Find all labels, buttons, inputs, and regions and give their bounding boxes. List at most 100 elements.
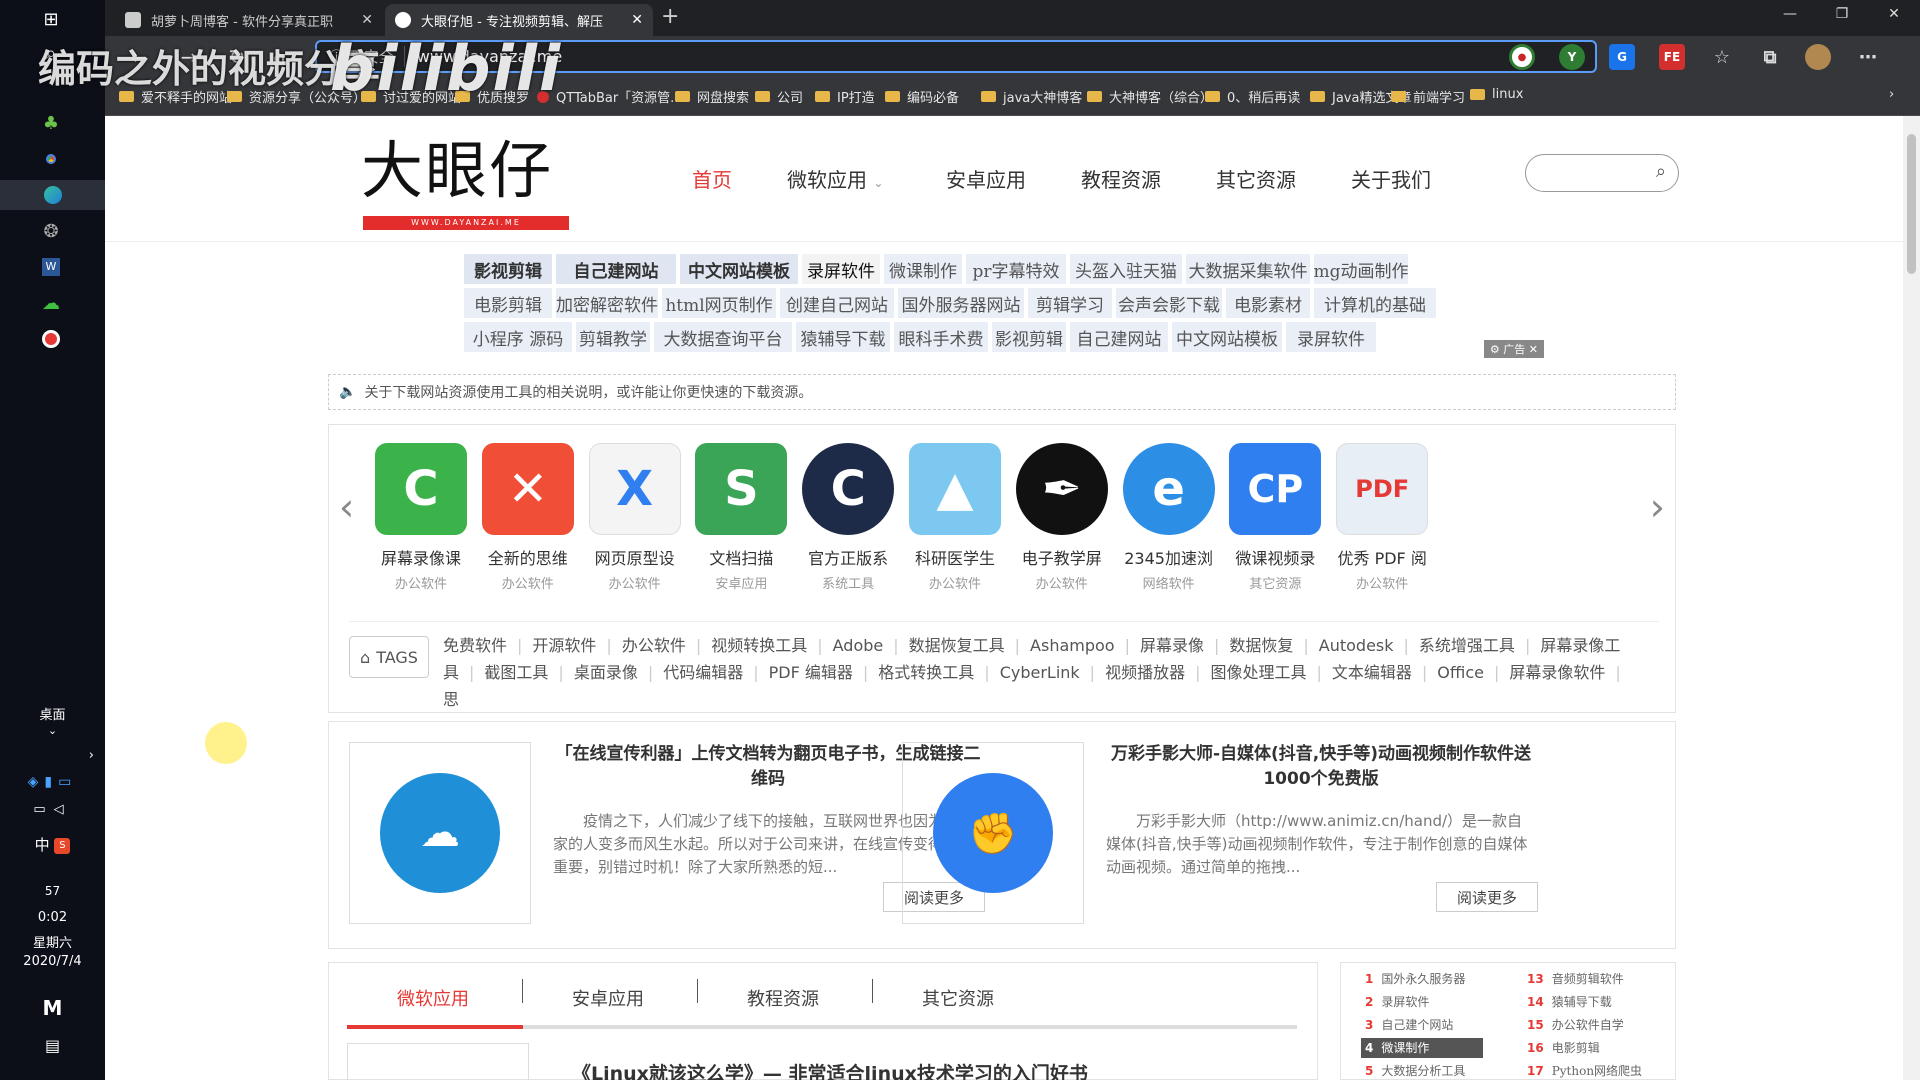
app-card[interactable]: C 屏幕录像课 办公软件: [361, 443, 481, 592]
site-search-input[interactable]: ⌕: [1525, 154, 1679, 192]
tag-link[interactable]: 办公软件: [622, 636, 686, 655]
tab-other[interactable]: 其它资源: [922, 985, 994, 1011]
search-icon[interactable]: ⌕: [1656, 161, 1666, 182]
ad-link[interactable]: 电影剪辑: [464, 288, 552, 318]
start-button[interactable]: ⊞: [36, 4, 66, 34]
desktop-label[interactable]: 桌面: [0, 704, 105, 723]
ad-link[interactable]: pr字幕特效: [966, 254, 1066, 284]
ad-link[interactable]: html网页制作: [662, 288, 776, 318]
app-icon[interactable]: C: [802, 443, 895, 535]
app-card[interactable]: C 官方正版系 系统工具: [788, 443, 908, 592]
ranking-item[interactable]: 17 Python网络爬虫: [1527, 1061, 1642, 1080]
bookmark-item[interactable]: linux: [1470, 87, 1523, 102]
tag-link[interactable]: CyberLink: [1000, 663, 1080, 682]
ranking-item[interactable]: 1 国外永久服务器: [1361, 969, 1483, 989]
app-icon[interactable]: PDF: [1336, 443, 1429, 535]
app-name[interactable]: 微课视频录: [1215, 545, 1335, 569]
ad-link[interactable]: 电影素材: [1226, 288, 1310, 318]
ext-2-icon[interactable]: Y: [1559, 44, 1585, 70]
app-card[interactable]: X 网页原型设 办公软件: [575, 443, 695, 592]
tag-link[interactable]: 视频转换工具: [711, 636, 807, 655]
ranking-item[interactable]: 3 自己建个网站: [1361, 1015, 1483, 1035]
app-name[interactable]: 文档扫描: [681, 545, 801, 569]
ad-link[interactable]: 录屏软件: [802, 254, 880, 284]
bookmark-item[interactable]: 前端学习: [1391, 87, 1465, 106]
ad-link[interactable]: 自己建网站: [1070, 322, 1168, 352]
ad-link[interactable]: 中文网站模板: [680, 254, 798, 284]
ad-link[interactable]: mg动画制作: [1314, 254, 1408, 284]
ad-link[interactable]: 剪辑学习: [1028, 288, 1112, 318]
tag-link[interactable]: 代码编辑器: [663, 663, 743, 682]
clock-time[interactable]: 0:02: [0, 910, 105, 925]
ad-link[interactable]: 会声会影下载: [1116, 288, 1222, 318]
bookmark-item[interactable]: 0、稍后再读: [1205, 87, 1300, 106]
scrollbar[interactable]: [1903, 116, 1920, 1080]
edge-icon[interactable]: [0, 180, 105, 210]
tag-link[interactable]: 图像处理工具: [1210, 663, 1306, 682]
app-icon[interactable]: ✒: [1015, 443, 1108, 535]
tag-link[interactable]: 屏幕录像软件: [1509, 663, 1605, 682]
close-icon[interactable]: ✕: [631, 12, 643, 28]
ranking-item[interactable]: 2 录屏软件: [1361, 992, 1483, 1012]
app-icon[interactable]: CP: [1229, 443, 1322, 535]
tag-link[interactable]: 系统增强工具: [1419, 636, 1515, 655]
url-text[interactable]: www.dayanzai.me: [417, 47, 1567, 66]
notification-count[interactable]: 57: [0, 884, 105, 898]
ad-link[interactable]: 微课制作: [884, 254, 962, 284]
app-icon[interactable]: X: [588, 443, 681, 535]
nav-microsoft-apps[interactable]: 微软应用 ⌄: [787, 164, 883, 193]
app-name[interactable]: 网页原型设: [575, 545, 695, 569]
app-name[interactable]: 科研医学生: [895, 545, 1015, 569]
favorites-icon[interactable]: ☆: [1709, 44, 1735, 70]
ad-link[interactable]: 中文网站模板: [1172, 322, 1282, 352]
nav-tutorials[interactable]: 教程资源: [1081, 164, 1161, 193]
app-name[interactable]: 屏幕录像课: [361, 545, 481, 569]
new-tab-button[interactable]: +: [661, 4, 679, 29]
tag-link[interactable]: Office: [1437, 663, 1484, 682]
ext-1-icon[interactable]: ●: [1509, 44, 1535, 70]
app-icon[interactable]: ▲: [909, 443, 1001, 535]
app-card[interactable]: ✕ 全新的思维 办公软件: [468, 443, 588, 592]
ad-link[interactable]: 猿辅导下载: [796, 322, 890, 352]
app-card[interactable]: S 文档扫描 安卓应用: [681, 443, 801, 592]
ranking-item[interactable]: 16 电影剪辑: [1527, 1038, 1600, 1058]
app-card[interactable]: ✒ 电子教学屏 办公软件: [1002, 443, 1122, 592]
ad-link[interactable]: 创建自己网站: [780, 288, 894, 318]
bookmark-item[interactable]: 大神博客（综合）: [1087, 87, 1213, 106]
collections-icon[interactable]: ⧉: [1757, 44, 1783, 70]
list-thumbnail[interactable]: [347, 1043, 529, 1080]
minimize-button[interactable]: —: [1764, 0, 1816, 30]
ranking-item[interactable]: 15 办公软件自学: [1527, 1015, 1624, 1035]
tag-link[interactable]: 格式转换工具: [878, 663, 974, 682]
ad-link[interactable]: 计算机的基础: [1314, 288, 1436, 318]
post-thumbnail[interactable]: ✊: [902, 742, 1084, 924]
tray-icons[interactable]: ◈▮▭: [0, 774, 105, 790]
app-icon[interactable]: C: [375, 443, 467, 535]
tag-link[interactable]: Autodesk: [1319, 636, 1394, 655]
bookmark-item[interactable]: IP打造: [815, 87, 875, 106]
tag-link[interactable]: 数据恢复工具: [909, 636, 1005, 655]
app-icon[interactable]: ✕: [481, 443, 574, 535]
tag-link[interactable]: 截图工具: [484, 663, 548, 682]
maximize-button[interactable]: ❐: [1816, 0, 1868, 30]
tag-link[interactable]: 文本编辑器: [1332, 663, 1412, 682]
app-name[interactable]: 电子教学屏: [1002, 545, 1122, 569]
chevron-down-icon[interactable]: ⌄: [0, 724, 105, 737]
tag-link[interactable]: 屏幕录像: [1140, 636, 1204, 655]
nav-android-apps[interactable]: 安卓应用: [946, 164, 1026, 193]
ranking-item[interactable]: 4 微课制作: [1361, 1038, 1483, 1058]
post-thumbnail[interactable]: ☁: [349, 742, 531, 924]
bookmark-item[interactable]: java大神博客: [981, 87, 1082, 106]
word-icon[interactable]: W: [36, 252, 66, 282]
app-card[interactable]: ▲ 科研医学生 办公软件: [895, 443, 1015, 592]
ext-3-icon[interactable]: G: [1609, 44, 1635, 70]
app-icon[interactable]: e: [1122, 443, 1215, 535]
ad-link[interactable]: 国外服务器网站: [898, 288, 1024, 318]
bookmark-item[interactable]: 编码必备: [885, 87, 959, 106]
scrollbar-thumb[interactable]: [1907, 134, 1916, 274]
avatar[interactable]: [1805, 44, 1831, 70]
app-card[interactable]: PDF 优秀 PDF 阅办公软件: [1322, 443, 1442, 592]
chevron-right-icon[interactable]: ›: [34, 748, 94, 763]
tag-link[interactable]: 数据恢复: [1229, 636, 1293, 655]
nav-home[interactable]: 首页: [692, 164, 732, 193]
